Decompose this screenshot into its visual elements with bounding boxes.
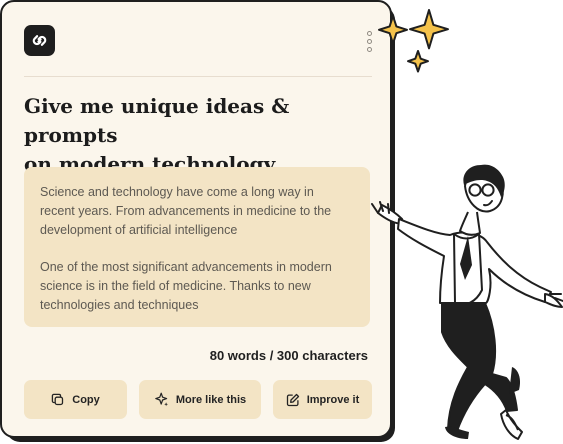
copy-button[interactable]: Copy (24, 380, 127, 419)
edit-icon (286, 393, 299, 406)
prompt-card: Give me unique ideas & prompts on modern… (0, 0, 392, 438)
assistant-character-illustration (371, 164, 563, 440)
menu-dot-middle (366, 38, 372, 44)
response-paragraph-2: One of the most significant advancements… (40, 260, 332, 312)
decorative-sparkles (378, 9, 449, 73)
tiny-sparkle-icon (407, 50, 429, 73)
prompt-title: Give me unique ideas & prompts on modern… (24, 94, 290, 176)
improve-it-label: Improve it (306, 393, 360, 406)
more-like-this-button[interactable]: More like this (139, 380, 261, 419)
header-divider (24, 76, 372, 77)
improve-it-button[interactable]: Improve it (273, 380, 372, 419)
menu-dot-bottom (366, 46, 372, 52)
copy-label: Copy (72, 393, 100, 406)
copy-icon (52, 393, 64, 405)
menu-dot-top (366, 30, 372, 36)
small-sparkle-icon (378, 15, 408, 45)
more-like-this-label: More like this (175, 393, 247, 406)
link-logo-icon (24, 25, 55, 56)
sparkle-icon (155, 392, 168, 407)
large-sparkle-icon (409, 9, 449, 50)
app-screen: Give me unique ideas & prompts on modern… (0, 0, 563, 444)
generated-response-panel: Science and technology have come a long … (24, 167, 370, 327)
kebab-menu-icon[interactable] (362, 28, 376, 54)
word-character-count: 80 words / 300 characters (209, 348, 368, 363)
response-paragraph-1: Science and technology have come a long … (40, 185, 332, 237)
